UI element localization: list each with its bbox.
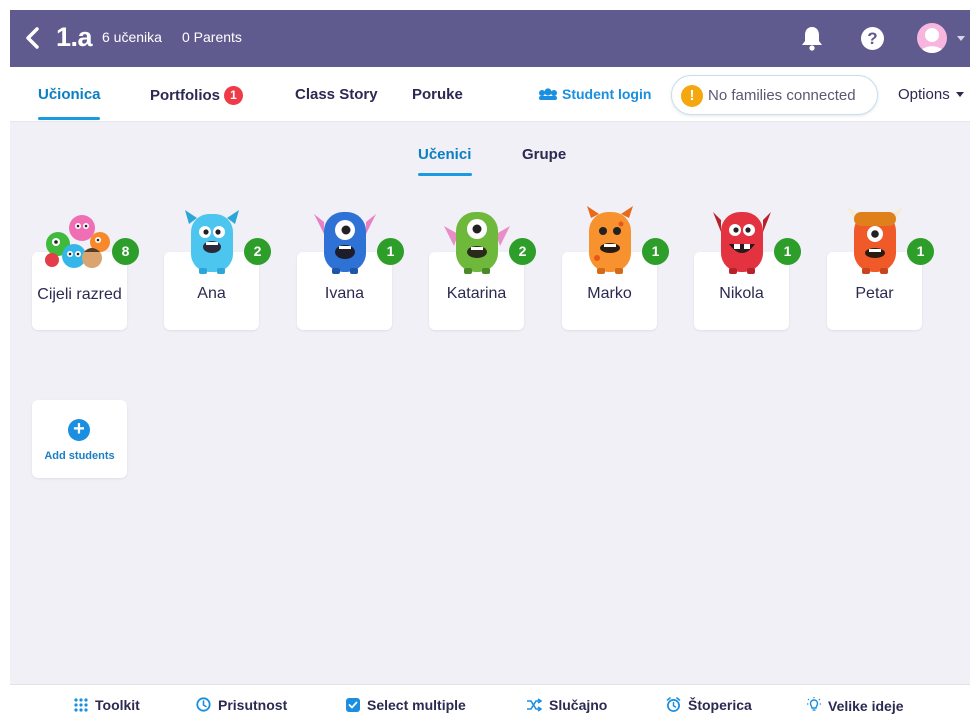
random-label: Slučajno <box>549 697 608 713</box>
tab-ucionica[interactable]: Učionica <box>38 86 101 103</box>
stopwatch-button[interactable]: Štoperica <box>666 697 752 713</box>
user-avatar[interactable] <box>917 23 947 53</box>
student-login-link[interactable]: Student login <box>538 86 651 102</box>
toolkit-button[interactable]: Toolkit <box>74 697 140 713</box>
toolkit-label: Toolkit <box>95 697 140 713</box>
big-ideas-label: Velike ideje <box>828 698 904 714</box>
portfolios-badge: 1 <box>224 86 243 105</box>
points-badge: 1 <box>907 238 934 265</box>
student-login-label: Student login <box>562 86 652 102</box>
app-header: 1.a 6 učenika 0 Parents ? <box>10 10 970 67</box>
student-name: Ivana <box>324 285 365 302</box>
students-group-icon <box>539 88 557 100</box>
blue-monster-icon <box>314 212 376 274</box>
active-tab-indicator <box>38 117 100 120</box>
group-monsters-icon <box>45 215 110 268</box>
select-multiple-button[interactable]: Select multiple <box>346 697 466 713</box>
tab-portfolios[interactable]: Portfolios 1 <box>150 86 243 105</box>
student-name: Nikola <box>719 285 764 302</box>
help-icon[interactable]: ? <box>861 27 884 50</box>
add-students-label: Add students <box>44 450 115 462</box>
alarm-icon <box>666 697 681 712</box>
cyan-monster-icon <box>185 210 239 274</box>
attendance-label: Prisutnost <box>218 697 288 713</box>
big-ideas-button[interactable]: Velike ideje <box>807 697 904 714</box>
points-badge: 8 <box>112 238 139 265</box>
random-button[interactable]: Slučajno <box>526 697 607 713</box>
student-name: Petar <box>855 285 894 302</box>
points-badge: 2 <box>509 238 536 265</box>
families-status-label: No families connected <box>708 87 856 104</box>
tab-class-story[interactable]: Class Story <box>295 86 378 103</box>
subtab-ucenici[interactable]: Učenici <box>418 146 471 163</box>
parent-count: 0 Parents <box>182 29 242 45</box>
select-multiple-label: Select multiple <box>367 697 466 713</box>
orange-monster-icon <box>587 206 633 274</box>
notification-bell-icon[interactable] <box>800 25 824 51</box>
points-badge: 2 <box>244 238 271 265</box>
chevron-down-icon <box>955 92 964 97</box>
bottom-toolbar: Toolkit Prisutnost Select multiple Sluča… <box>10 684 970 723</box>
student-name: Ana <box>197 285 226 302</box>
student-count: 6 učenika <box>102 29 162 45</box>
points-badge: 1 <box>774 238 801 265</box>
subtab-grupe[interactable]: Grupe <box>522 146 566 163</box>
options-label: Options <box>898 86 950 103</box>
avatar-dropdown-icon[interactable] <box>957 36 965 41</box>
attendance-button[interactable]: Prisutnost <box>196 697 287 713</box>
student-name: Cijeli razred <box>37 286 122 303</box>
clock-icon <box>196 697 211 712</box>
user-silhouette-icon <box>920 28 944 53</box>
tab-portfolios-label: Portfolios <box>150 87 220 104</box>
class-title: 1.a <box>56 22 93 52</box>
lightbulb-icon <box>807 697 821 711</box>
classroom-area: Učenici Grupe Cijeli razred 8 Ana 2 Ivan <box>10 122 970 684</box>
checkbox-icon <box>346 698 360 712</box>
grid-icon <box>74 698 88 712</box>
student-name: Marko <box>587 285 632 302</box>
tab-poruke[interactable]: Poruke <box>412 86 463 103</box>
stopwatch-label: Štoperica <box>688 697 752 713</box>
red-monster-icon <box>713 212 771 274</box>
points-badge: 1 <box>377 238 404 265</box>
class-nav: Učionica Portfolios 1 Class Story Poruke … <box>10 67 970 122</box>
green-monster-icon <box>444 212 510 274</box>
points-badge: 1 <box>642 238 669 265</box>
options-menu[interactable]: Options <box>898 86 964 103</box>
add-students-button[interactable]: + Add students <box>32 400 127 478</box>
back-arrow-icon[interactable] <box>20 24 46 52</box>
families-status-button[interactable]: ! No families connected <box>671 75 878 115</box>
student-name: Katarina <box>446 285 507 302</box>
shuffle-icon <box>527 698 543 712</box>
active-subtab-indicator <box>418 173 472 176</box>
plus-icon: + <box>68 419 90 441</box>
warning-icon: ! <box>681 85 703 107</box>
viking-monster-icon <box>846 206 904 274</box>
